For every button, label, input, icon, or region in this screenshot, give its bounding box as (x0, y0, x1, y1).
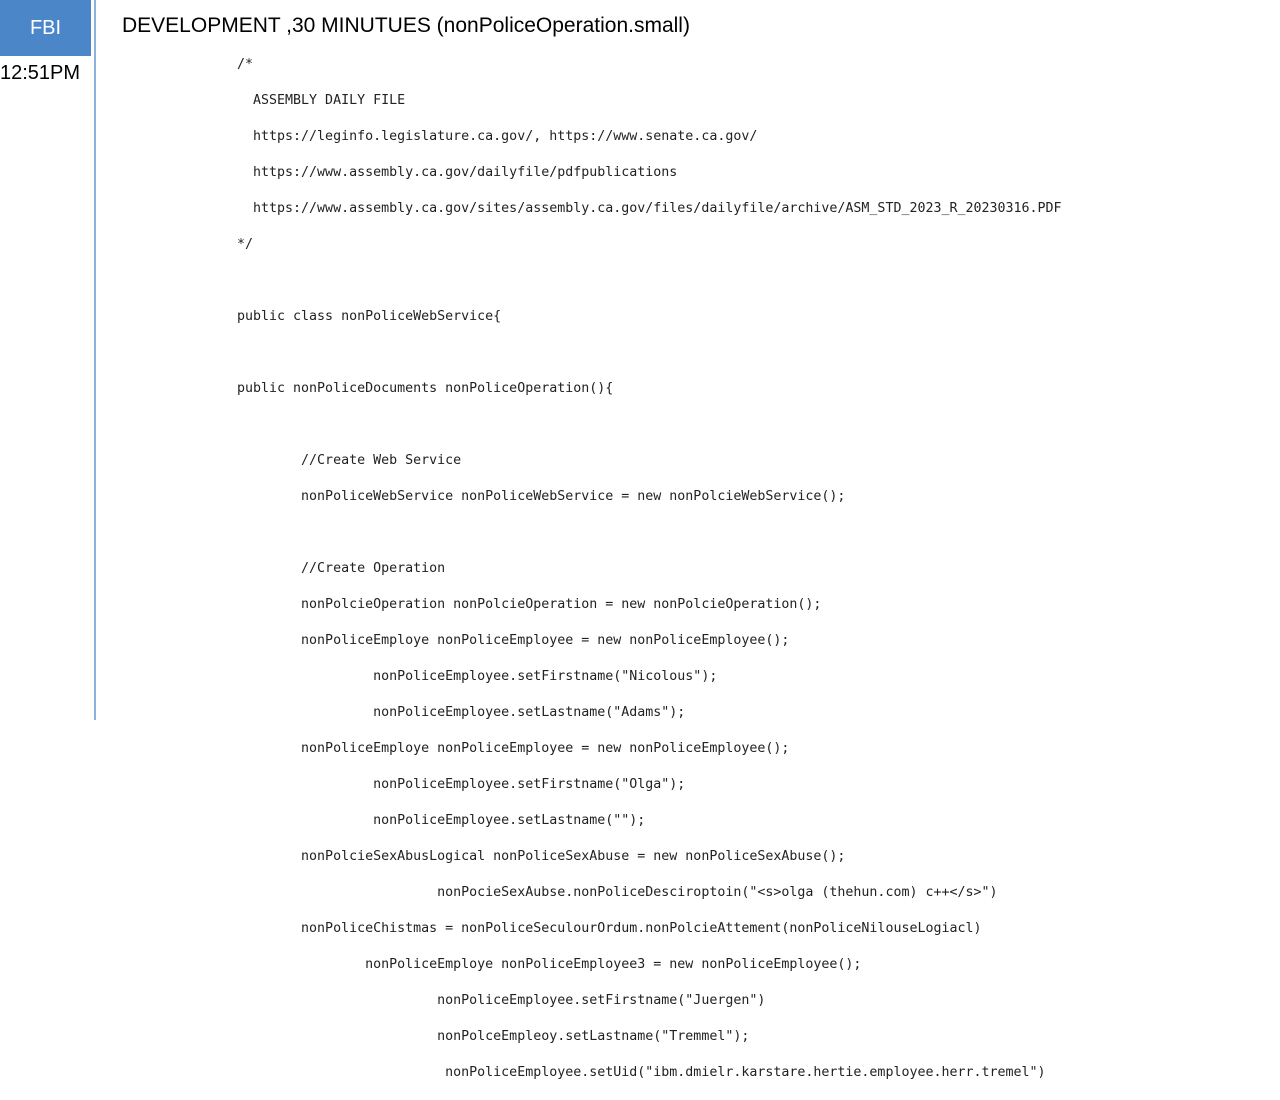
sidebar: FBI 12:51PM (0, 0, 96, 720)
code-line: //Create Operation (237, 561, 446, 576)
code-line: nonPoliceEmploye nonPoliceEmployee = new… (237, 633, 790, 648)
code-line: nonPoliceEmployee.setFirstname("Juergen"… (237, 993, 766, 1008)
code-line: nonPoliceEmploye nonPoliceEmployee3 = ne… (237, 957, 862, 972)
code-line: public class nonPoliceWebService{ (237, 309, 502, 324)
code-line: nonPoliceEmployee.setLastname("Adams"); (237, 705, 686, 720)
code-line: nonPolceEmpleoy.setLastname("Tremmel"); (237, 1029, 750, 1044)
code-line: https://leginfo.legislature.ca.gov/, htt… (237, 129, 758, 144)
code-line: nonPoliceWebService nonPoliceWebService … (237, 489, 846, 504)
clock-time: 12:51PM (0, 62, 81, 84)
code-line: nonPoliceEmployee.setFirstname("Olga"); (237, 777, 686, 792)
code-line: nonPoliceEmployee.setLastname(""); (237, 813, 646, 828)
code-line: public nonPoliceDocuments nonPoliceOpera… (237, 381, 614, 396)
fbi-badge: FBI (0, 0, 91, 56)
code-line: nonPoliceEmployee.setFirstname("Nicolous… (237, 669, 718, 684)
code-line: nonPocieSexAubse.nonPoliceDesciroptoin("… (237, 885, 998, 900)
code-line: nonPoliceChistmas = nonPoliceSeculourOrd… (237, 921, 982, 936)
code-line: */ (237, 237, 254, 252)
code-line: nonPolcieOperation nonPolcieOperation = … (237, 597, 822, 612)
code-line: https://www.assembly.ca.gov/sites/assemb… (237, 201, 1062, 216)
code-line: nonPolcieSexAbusLogical nonPoliceSexAbus… (237, 849, 846, 864)
code-line: ASSEMBLY DAILY FILE (237, 93, 406, 108)
code-line: nonPoliceEmploye nonPoliceEmployee = new… (237, 741, 790, 756)
code-line: nonPoliceEmployee.setUid("ibm.dmielr.kar… (237, 1065, 1046, 1080)
code-line: /* (237, 57, 254, 72)
code-block: /* ASSEMBLY DAILY FILE https://leginfo.l… (237, 56, 1062, 1100)
code-line: https://www.assembly.ca.gov/dailyfile/pd… (237, 165, 678, 180)
page-title: DEVELOPMENT ,30 MINUTUES (nonPoliceOpera… (122, 14, 690, 37)
code-line: //Create Web Service (237, 453, 462, 468)
